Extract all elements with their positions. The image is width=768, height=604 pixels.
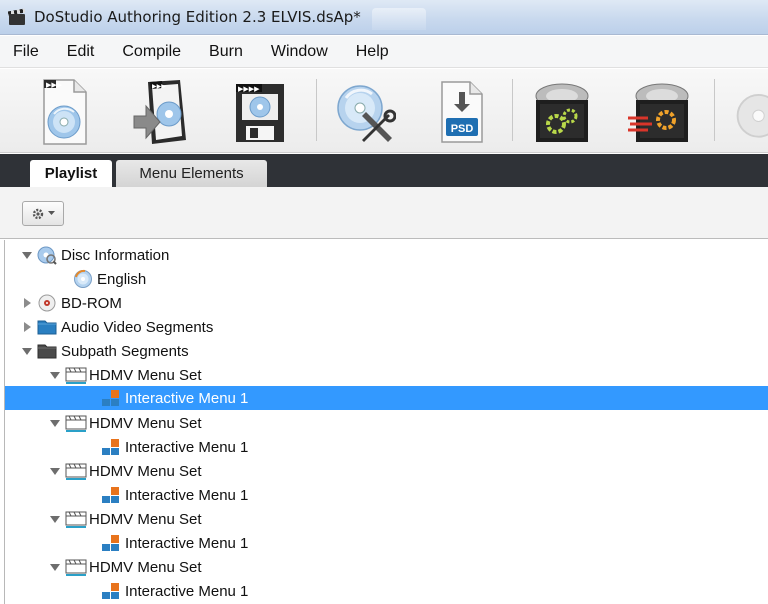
disc-info-icon [37,245,57,265]
tree-label: HDMV Menu Set [89,558,202,576]
burn-icon [628,83,689,142]
new-project-icon: ▶▶▶ [43,79,87,145]
tree-node-interactive-menu[interactable]: Interactive Menu 1 [5,435,768,459]
folder-blue-icon [37,317,57,337]
toolbar: ▶▶▶ ▶▶▶ ▶▶▶▶ PSD [0,69,768,153]
menu-window[interactable]: Window [271,43,328,61]
tree-node-disc-information[interactable]: Disc Information [5,243,768,267]
gear-icon [32,208,44,219]
tab-playlist[interactable]: Playlist [30,160,112,187]
tree-label: Subpath Segments [61,342,189,360]
tree-label: HDMV Menu Set [89,366,202,384]
tree-label: Interactive Menu 1 [125,534,249,552]
expand-toggle-icon[interactable] [21,321,33,333]
tree-label: Interactive Menu 1 [125,582,249,600]
window-title: DoStudio Authoring Edition 2.3 ELVIS.dsA… [34,8,361,26]
expand-toggle-icon[interactable] [21,297,33,309]
clapperboard-icon [7,8,26,26]
menu-set-icon [65,557,87,577]
menu-set-icon [65,509,87,529]
open-project-button[interactable]: ▶▶▶ [128,75,196,149]
title-bar: DoStudio Authoring Edition 2.3 ELVIS.dsA… [0,0,768,35]
tab-menu-elements[interactable]: Menu Elements [116,160,267,187]
svg-text:▶▶▶: ▶▶▶ [152,83,166,90]
tree-label: Interactive Menu 1 [125,438,249,456]
disabled-disc-button[interactable] [730,75,768,149]
disc-icon [736,93,768,138]
tree-label: Disc Information [61,246,170,264]
menu-file[interactable]: File [13,43,39,61]
expand-toggle-icon[interactable] [49,513,61,525]
tree-label: English [97,270,147,288]
interactive-menu-icon [101,485,121,505]
tree-node-hdmv-menu-set[interactable]: HDMV Menu Set [5,363,768,387]
tree-label: HDMV Menu Set [89,462,202,480]
tree-label: Interactive Menu 1 [125,486,249,504]
new-project-button[interactable]: ▶▶▶ [30,75,98,149]
tab-strip: Playlist Menu Elements [0,154,768,187]
tree-label: HDMV Menu Set [89,510,202,528]
tree-label: HDMV Menu Set [89,414,202,432]
panel-toolbar [0,187,768,239]
expand-toggle-icon[interactable] [49,369,61,381]
tree-label: BD-ROM [61,294,122,312]
title-bar-tab [372,8,426,30]
toolbar-separator [512,79,513,141]
tree-node-english[interactable]: English [5,267,768,291]
menu-set-icon [65,461,87,481]
tree-node-bd-rom[interactable]: BD-ROM [5,291,768,315]
menu-compile[interactable]: Compile [122,43,181,61]
tree-label: Interactive Menu 1 [125,389,249,407]
interactive-menu-icon [101,388,121,408]
disc-tools-button[interactable] [330,75,398,149]
tree-node-interactive-menu[interactable]: Interactive Menu 1 [5,386,768,410]
tree-node-subpath-segments[interactable]: Subpath Segments [5,339,768,363]
toolbar-separator [714,79,715,141]
interactive-menu-icon [101,581,121,601]
import-psd-icon: PSD [441,81,483,143]
tab-strip-edge [14,164,30,187]
svg-text:▶▶▶▶: ▶▶▶▶ [238,85,260,93]
tree-node-audio-video-segments[interactable]: Audio Video Segments [5,315,768,339]
language-disc-icon [73,269,93,289]
expand-toggle-icon[interactable] [21,345,33,357]
psd-badge: PSD [451,123,474,135]
menu-set-icon [65,413,87,433]
expand-toggle-icon[interactable] [49,465,61,477]
interactive-menu-icon [101,437,121,457]
folder-dark-icon [37,341,57,361]
import-psd-button[interactable]: PSD [428,75,496,149]
expand-toggle-icon[interactable] [49,417,61,429]
menu-help[interactable]: Help [356,43,389,61]
interactive-menu-icon [101,533,121,553]
tree-node-interactive-menu[interactable]: Interactive Menu 1 [5,579,768,603]
bd-rom-disc-icon [37,293,57,313]
tree-node-hdmv-menu-set[interactable]: HDMV Menu Set [5,459,768,483]
tree-node-hdmv-menu-set[interactable]: HDMV Menu Set [5,411,768,435]
compile-icon [535,83,589,142]
menu-set-icon [65,365,87,385]
save-project-icon: ▶▶▶▶ [236,84,284,142]
compile-button[interactable] [528,75,596,149]
disc-tools-icon [337,85,396,142]
svg-text:▶▶▶: ▶▶▶ [46,81,63,89]
tree-label: Audio Video Segments [61,318,214,336]
menu-edit[interactable]: Edit [67,43,95,61]
tree-node-interactive-menu[interactable]: Interactive Menu 1 [5,483,768,507]
tree-node-hdmv-menu-set[interactable]: HDMV Menu Set [5,507,768,531]
burn-button[interactable] [626,75,694,149]
open-project-icon: ▶▶▶ [133,80,186,144]
tree-node-interactive-menu[interactable]: Interactive Menu 1 [5,531,768,555]
options-dropdown-button[interactable] [22,201,64,226]
expand-toggle-icon[interactable] [49,561,61,573]
chevron-down-icon [48,211,55,215]
menu-bar: File Edit Compile Burn Window Help [0,36,768,68]
menu-burn[interactable]: Burn [209,43,243,61]
tree-node-hdmv-menu-set[interactable]: HDMV Menu Set [5,555,768,579]
save-project-button[interactable]: ▶▶▶▶ [226,75,294,149]
toolbar-separator [316,79,317,141]
expand-toggle-icon[interactable] [21,249,33,261]
